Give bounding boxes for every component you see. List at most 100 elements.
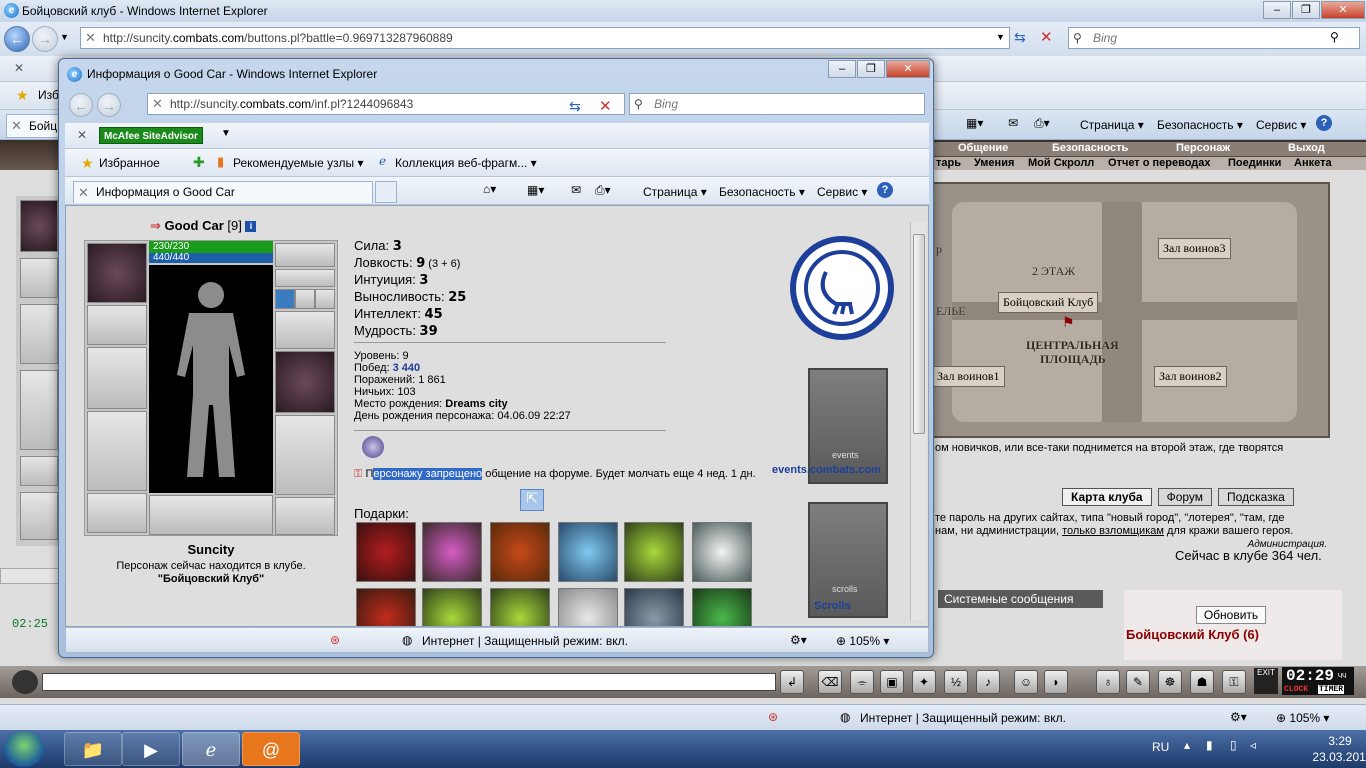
forward-arrow-icon[interactable]: → bbox=[32, 26, 58, 52]
popup-protected-mode-icon[interactable]: ⚙▾ bbox=[790, 633, 807, 647]
sound-icon[interactable]: ♪ bbox=[976, 670, 1000, 694]
smiley-menu-icon[interactable] bbox=[12, 670, 38, 694]
tray-date[interactable]: 23.03.2011 bbox=[1312, 750, 1366, 764]
scrolls-link[interactable]: Scrolls bbox=[814, 600, 851, 612]
popup-forward-arrow-icon[interactable]: → bbox=[97, 93, 121, 117]
doll-ornament-slot[interactable] bbox=[149, 495, 273, 535]
doll-legs-slot[interactable] bbox=[275, 415, 335, 495]
gift-item-7[interactable] bbox=[356, 588, 416, 626]
doll-bracer-slot[interactable] bbox=[87, 305, 147, 345]
popup-rss-icon[interactable]: ▦▾ bbox=[527, 183, 544, 197]
address-dropdown-icon[interactable]: ▼ bbox=[996, 32, 1005, 42]
gift-item-12[interactable] bbox=[692, 588, 752, 626]
popup-favorites-button[interactable]: Избранное bbox=[99, 156, 160, 170]
print-icon[interactable]: ⎙▾ bbox=[1034, 116, 1050, 131]
hint-button[interactable]: Подсказка bbox=[1218, 488, 1294, 506]
maximize-button[interactable]: ❐ bbox=[1292, 1, 1320, 19]
floor2-label[interactable]: 2 ЭТАЖ bbox=[1032, 264, 1075, 279]
rss-icon[interactable]: ▦▾ bbox=[966, 116, 983, 130]
power-icon[interactable]: ▯ bbox=[1230, 738, 1237, 752]
doll-ring2-slot[interactable] bbox=[295, 289, 315, 309]
nav-character[interactable]: Персонаж bbox=[1176, 142, 1230, 154]
system-messages-tab[interactable]: Системные сообщения bbox=[938, 590, 1103, 608]
main-tab[interactable]: ✕ Бойц bbox=[6, 114, 66, 138]
popup-maximize-button[interactable]: ❐ bbox=[857, 60, 885, 78]
main-security-menu[interactable]: Безопасность ▾ bbox=[1157, 118, 1243, 132]
close-toolbar-icon[interactable]: ✕ bbox=[14, 61, 24, 75]
main-zoom[interactable]: ⊕ 105% ▾ bbox=[1276, 711, 1329, 725]
amulet-slot[interactable] bbox=[20, 200, 58, 252]
gift-book[interactable] bbox=[490, 522, 550, 582]
boots-slot[interactable] bbox=[20, 492, 58, 540]
gift-gem-2[interactable] bbox=[422, 588, 482, 626]
subnav-transfers[interactable]: Отчет о переводах bbox=[1108, 157, 1211, 169]
web-slice-gallery-menu[interactable]: Коллекция веб-фрагм... ▾ bbox=[395, 156, 537, 170]
scroll-icon[interactable]: ✎ bbox=[1126, 670, 1150, 694]
send-icon[interactable]: ↲ bbox=[780, 670, 804, 694]
hall1-label[interactable]: Зал воинов1 bbox=[932, 366, 1005, 387]
doll-weapon-slot[interactable] bbox=[87, 347, 147, 409]
gift-gem-3[interactable] bbox=[490, 588, 550, 626]
subnav-fights[interactable]: Поединки bbox=[1228, 157, 1281, 169]
popup-help-icon[interactable]: ? bbox=[877, 182, 893, 198]
glove-slot[interactable] bbox=[20, 258, 58, 298]
popup-scroll-thumb[interactable] bbox=[913, 234, 925, 434]
protected-mode-icon[interactable]: ⚙▾ bbox=[1230, 710, 1247, 724]
popup-security-menu[interactable]: Безопасность ▾ bbox=[719, 185, 805, 199]
club-room-name[interactable]: Бойцовский Клуб (6) bbox=[1126, 627, 1259, 642]
gift-crystal[interactable] bbox=[558, 522, 618, 582]
subnav-inventory[interactable]: тарь bbox=[936, 157, 961, 169]
popup-favorites-star-icon[interactable]: ★ bbox=[81, 155, 94, 172]
gift-skull[interactable] bbox=[558, 588, 618, 626]
ie-taskbar-icon[interactable]: ℯ bbox=[182, 732, 240, 766]
fighter-icon[interactable]: ✦ bbox=[912, 670, 936, 694]
popup-address-bar[interactable]: ✕ http://suncity.combats.com/inf.pl?1244… bbox=[147, 93, 625, 115]
main-page-menu[interactable]: Страница ▾ bbox=[1080, 118, 1144, 132]
popup-print-icon[interactable]: ⎙▾ bbox=[595, 183, 611, 198]
refresh-button[interactable]: Обновить bbox=[1196, 606, 1266, 624]
mail-icon[interactable]: ✉ bbox=[1008, 116, 1018, 130]
eraser-icon[interactable]: ⌫ bbox=[818, 670, 842, 694]
volume-icon[interactable]: ◃ bbox=[1250, 738, 1256, 752]
character-silhouette[interactable] bbox=[149, 265, 273, 493]
mcafee-siteadvisor-button[interactable]: McAfee SiteAdvisor bbox=[99, 127, 203, 144]
add-favorite-icon[interactable]: ✚ bbox=[193, 154, 205, 171]
nav-security[interactable]: Безопасность bbox=[1052, 142, 1128, 154]
nav-exit[interactable]: Выход bbox=[1288, 142, 1325, 154]
exit-icon[interactable]: EXIT bbox=[1254, 668, 1278, 694]
mail-agent-taskbar-icon[interactable]: @ bbox=[242, 732, 300, 766]
doll-gloves-slot[interactable] bbox=[275, 311, 335, 349]
pet-icon[interactable]: ☗ bbox=[1190, 670, 1214, 694]
tray-arrow-icon[interactable]: ▴ bbox=[1184, 738, 1190, 752]
hackers-link[interactable]: только взломщикам bbox=[1062, 525, 1164, 537]
main-search-box[interactable]: ⚲ Bing bbox=[1068, 27, 1360, 49]
city-emblem-icon[interactable] bbox=[790, 236, 894, 340]
popup-tools-menu[interactable]: Сервис ▾ bbox=[817, 185, 867, 199]
popup-page-menu[interactable]: Страница ▾ bbox=[643, 185, 707, 199]
stop-icon[interactable]: ✕ bbox=[1040, 28, 1053, 46]
lock-icon[interactable]: ⚿ bbox=[1222, 670, 1246, 694]
events-link[interactable]: events.combats.com bbox=[772, 464, 881, 476]
refresh-icon[interactable]: ⇆ bbox=[1014, 29, 1026, 46]
group-icon[interactable]: ☸ bbox=[1158, 670, 1182, 694]
help-icon[interactable]: ? bbox=[1316, 115, 1332, 131]
tray-time[interactable]: 3:29 bbox=[1320, 734, 1360, 748]
language-indicator[interactable]: RU bbox=[1152, 740, 1169, 754]
popup-status-zone[interactable]: Интернет | Защищенный режим: вкл. bbox=[422, 634, 628, 648]
clan-badge-icon[interactable] bbox=[362, 436, 384, 458]
info-icon[interactable]: i bbox=[245, 221, 257, 232]
gift-flower[interactable] bbox=[422, 522, 482, 582]
popup-refresh-icon[interactable]: ⇆ bbox=[569, 98, 581, 115]
doll-belt-slot[interactable] bbox=[87, 493, 147, 533]
explorer-taskbar-icon[interactable]: 📁 bbox=[64, 732, 122, 766]
club-label[interactable]: Бойцовский Клуб bbox=[998, 292, 1099, 313]
subnav-profile[interactable]: Анкета bbox=[1294, 157, 1332, 169]
gift-item-11[interactable] bbox=[624, 588, 684, 626]
favorites-star-icon[interactable]: ★ bbox=[16, 87, 29, 104]
minimize-button[interactable]: – bbox=[1263, 1, 1291, 19]
media-player-taskbar-icon[interactable]: ▶ bbox=[122, 732, 180, 766]
gift-gem-1[interactable] bbox=[624, 522, 684, 582]
doll-boots-slot[interactable] bbox=[275, 497, 335, 535]
subnav-skills[interactable]: Умения bbox=[974, 157, 1014, 169]
start-button[interactable] bbox=[4, 731, 44, 767]
